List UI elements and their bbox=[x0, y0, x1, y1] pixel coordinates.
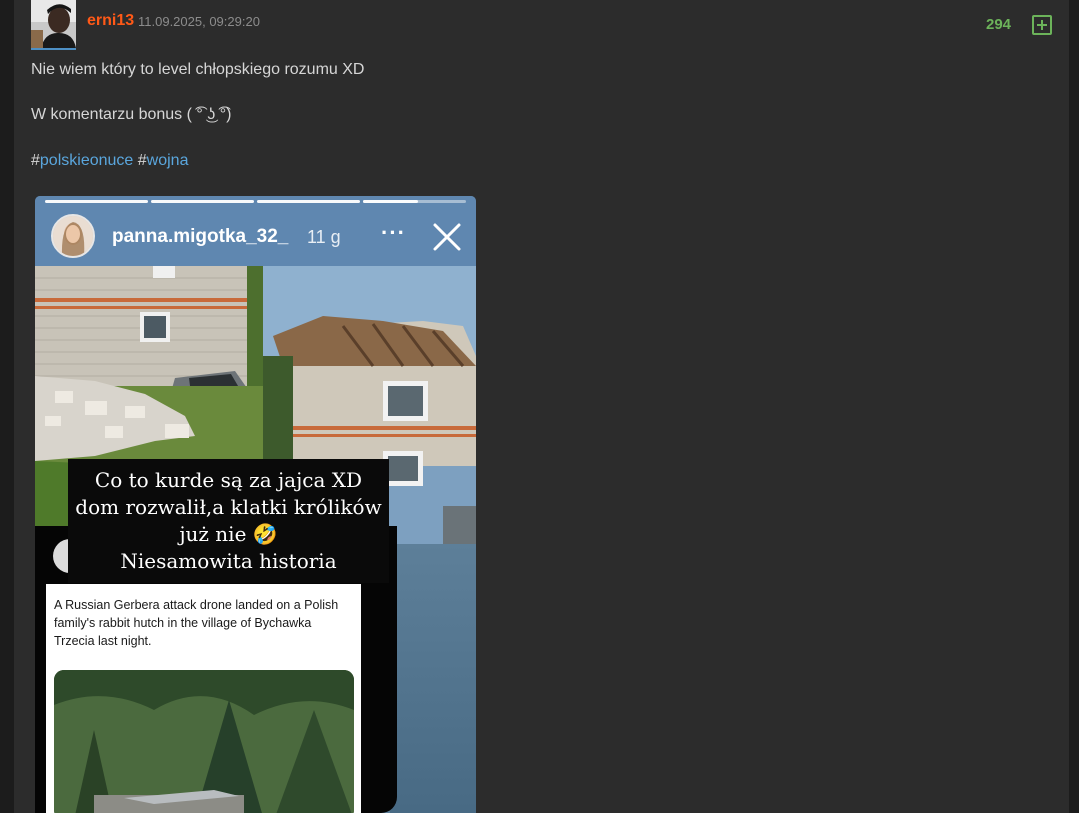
tweet-text: A Russian Gerbera attack drone landed on… bbox=[54, 598, 339, 648]
tweet-card: A Russian Gerbera attack drone landed on… bbox=[46, 584, 361, 813]
vote-count: 294 bbox=[986, 16, 1012, 33]
caption-line: Co to kurde są za jajca XD bbox=[94, 468, 363, 492]
story-age: 11 g bbox=[307, 227, 341, 247]
post-body-line-1: Nie wiem który to level chłopskiego rozu… bbox=[31, 61, 365, 78]
story-progress-current bbox=[363, 200, 418, 203]
embedded-story-image[interactable]: panna.migotka_32_ 11 g ··· A Russian Ger… bbox=[35, 196, 476, 813]
plus-square-icon[interactable] bbox=[1032, 15, 1052, 35]
tag-wojna[interactable]: wojna bbox=[147, 152, 189, 169]
close-icon bbox=[433, 223, 461, 251]
more-options-icon: ··· bbox=[381, 220, 406, 245]
story-caption: Co to kurde są za jajca XD dom rozwalił,… bbox=[68, 459, 389, 583]
avatar-underline bbox=[31, 48, 76, 50]
story-progress-segment bbox=[257, 200, 360, 203]
caption-line: już nie 🤣 bbox=[179, 522, 278, 546]
story-username: panna.migotka_32_ bbox=[112, 226, 289, 247]
photo-right-background bbox=[390, 544, 476, 813]
post-tags: #polskieonuce #wojna bbox=[31, 152, 188, 170]
story-progress-segment bbox=[151, 200, 254, 203]
post-body-line-2: W komentarzu bonus ( ͡° ͜ʖ ͡°) bbox=[31, 106, 232, 123]
story-progress-segment bbox=[45, 200, 148, 203]
caption-line: dom rozwalił,a klatki królików bbox=[75, 495, 382, 519]
right-gutter bbox=[1069, 0, 1079, 813]
tag-hash: # bbox=[31, 152, 40, 169]
post-entry: erni13 11.09.2025, 09:29:20 294 Nie wiem… bbox=[14, 0, 1069, 813]
tag-polskieonuce[interactable]: polskieonuce bbox=[40, 152, 133, 169]
page: erni13 11.09.2025, 09:29:20 294 Nie wiem… bbox=[0, 0, 1079, 813]
story-avatar bbox=[51, 214, 95, 258]
tag-hash: # bbox=[137, 152, 147, 169]
caption-line: Niesamowita historia bbox=[120, 549, 337, 573]
left-gutter bbox=[0, 0, 14, 813]
author-name[interactable]: erni13 bbox=[87, 12, 134, 30]
tweet-photo bbox=[54, 670, 354, 813]
post-timestamp: 11.09.2025, 09:29:20 bbox=[138, 14, 260, 29]
author-avatar[interactable] bbox=[31, 0, 76, 48]
